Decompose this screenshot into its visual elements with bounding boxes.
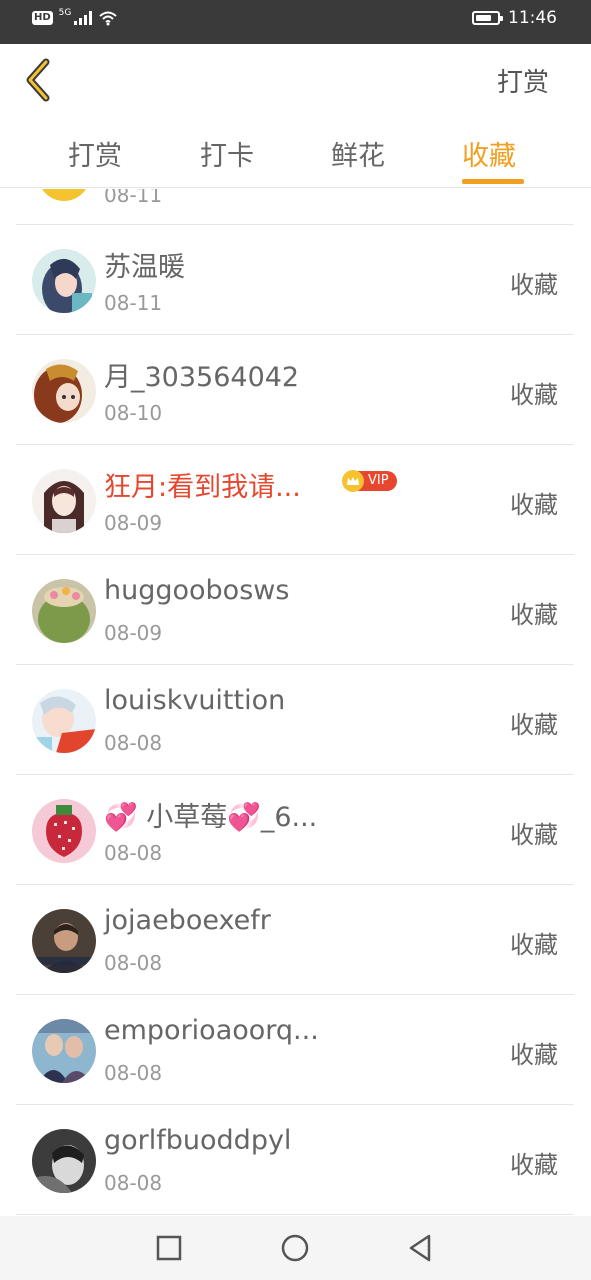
- item-type-label: 收藏: [510, 931, 558, 959]
- avatar[interactable]: [32, 1019, 96, 1083]
- list-item[interactable]: huggoobosws 08-09 收藏: [16, 555, 574, 665]
- status-right: 11:46: [472, 8, 557, 28]
- item-username: 💞 小草莓💞_6...: [104, 802, 318, 833]
- item-date: 08-09: [104, 511, 163, 535]
- signal-icon: [74, 11, 93, 25]
- list-item[interactable]: 月_303564042 08-10 收藏: [16, 335, 574, 445]
- item-username: 狂月:看到我请...: [104, 472, 301, 503]
- status-left: HD 5G: [32, 8, 118, 26]
- item-username: louiskvuittion: [104, 685, 286, 716]
- item-type-label: 收藏: [510, 271, 558, 299]
- active-tab-indicator: [462, 179, 524, 184]
- triangle-back-icon: [409, 1234, 431, 1262]
- list-item[interactable]: louiskvuittion 08-08 收藏: [16, 665, 574, 775]
- crown-icon: [342, 470, 364, 492]
- system-back-button[interactable]: [405, 1232, 437, 1264]
- avatar[interactable]: [32, 909, 96, 973]
- avatar[interactable]: [32, 469, 96, 533]
- avatar[interactable]: [32, 249, 96, 313]
- item-username: huggoobosws: [104, 575, 290, 606]
- square-icon: [156, 1235, 182, 1261]
- header-reward-button[interactable]: 打赏: [497, 62, 549, 99]
- recent-apps-button[interactable]: [153, 1232, 185, 1264]
- list-item[interactable]: jojaeboexefr 08-08 收藏: [16, 885, 574, 995]
- battery-icon: [472, 11, 503, 25]
- item-date: 08-08: [104, 951, 163, 975]
- list-item[interactable]: gorlfbuoddpyl 08-08 收藏: [16, 1105, 574, 1215]
- item-username: jojaeboexefr: [104, 905, 271, 936]
- favorites-list[interactable]: 08-11 苏温暖 08-11 收藏 月_303564042 08-10 收藏 …: [0, 189, 591, 1215]
- list-item[interactable]: 狂月:看到我请... VIP 08-09 收藏: [16, 445, 574, 555]
- tab-reward[interactable]: 打赏: [68, 134, 122, 173]
- system-nav-bar: [0, 1216, 591, 1280]
- home-button[interactable]: [279, 1232, 311, 1264]
- item-type-label: 收藏: [510, 491, 558, 519]
- back-button[interactable]: [18, 56, 62, 104]
- item-date: 08-09: [104, 621, 163, 645]
- item-username: emporioaoorq...: [104, 1015, 319, 1046]
- item-date: 08-08: [104, 731, 163, 755]
- vip-badge: VIP: [342, 470, 397, 492]
- tab-bar: 打赏 打卡 鲜花 收藏: [0, 116, 591, 188]
- item-date: 08-10: [104, 401, 163, 425]
- item-type-label: 收藏: [510, 1041, 558, 1069]
- item-type-label: 收藏: [510, 1151, 558, 1179]
- item-username: 月_303564042: [104, 362, 300, 393]
- item-type-label: 收藏: [510, 821, 558, 849]
- list-item[interactable]: emporioaoorq... 08-08 收藏: [16, 995, 574, 1105]
- status-bar: HD 5G 11:46: [0, 0, 591, 44]
- item-date: 08-08: [104, 841, 163, 865]
- list-item[interactable]: 苏温暖 08-11 收藏: [16, 225, 574, 335]
- tab-checkin[interactable]: 打卡: [200, 134, 254, 173]
- chevron-left-icon: [26, 58, 50, 102]
- avatar: [38, 189, 90, 201]
- hd-badge: HD: [32, 11, 53, 25]
- item-date: 08-08: [104, 1171, 163, 1195]
- avatar[interactable]: [32, 799, 96, 863]
- clock: 11:46: [508, 8, 557, 28]
- list-item-partial[interactable]: 08-11: [16, 189, 574, 225]
- avatar[interactable]: [32, 579, 96, 643]
- item-type-label: 收藏: [510, 381, 558, 409]
- item-username: gorlfbuoddpyl: [104, 1125, 292, 1156]
- network-label: 5G: [58, 8, 72, 18]
- list-item[interactable]: 💞 小草莓💞_6... 08-08 收藏: [16, 775, 574, 885]
- avatar[interactable]: [32, 1129, 96, 1193]
- item-date: 08-11: [104, 291, 163, 315]
- item-username: 苏温暖: [104, 252, 185, 283]
- circle-icon: [281, 1234, 309, 1262]
- item-date: 08-08: [104, 1061, 163, 1085]
- header: 打赏: [0, 44, 591, 116]
- wifi-icon: [99, 11, 118, 26]
- avatar[interactable]: [32, 359, 96, 423]
- tab-favorites[interactable]: 收藏: [462, 134, 516, 173]
- item-type-label: 收藏: [510, 601, 558, 629]
- avatar[interactable]: [32, 689, 96, 753]
- item-date: 08-11: [104, 189, 163, 207]
- tab-flowers[interactable]: 鲜花: [331, 134, 385, 173]
- item-type-label: 收藏: [510, 711, 558, 739]
